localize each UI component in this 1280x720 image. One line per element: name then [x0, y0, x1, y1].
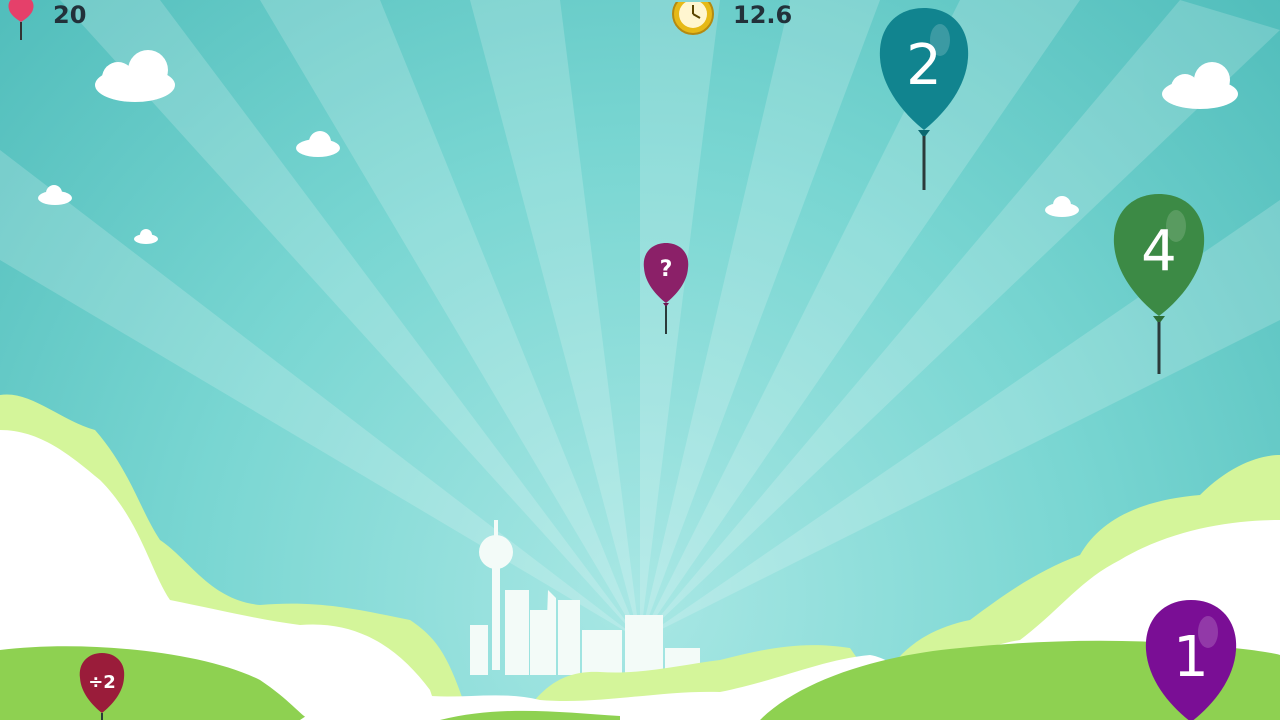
balloon-label: ? — [659, 257, 673, 282]
timer-value: 12.6 — [733, 1, 793, 29]
balloon-counter: 20 — [6, 0, 87, 40]
balloon-count: 20 — [53, 1, 87, 29]
balloon-label: 2 — [906, 33, 942, 98]
stopwatch-icon — [669, 0, 717, 36]
balloon-label: 4 — [1141, 219, 1177, 284]
balloon-mystery[interactable]: ? — [642, 242, 690, 334]
balloon-label: ÷2 — [88, 672, 116, 693]
balloon-number-1[interactable]: 1 — [1144, 598, 1238, 720]
balloon-number-4[interactable]: 4 — [1112, 192, 1206, 374]
game-background — [0, 0, 1280, 720]
balloon-icon — [6, 0, 36, 42]
balloon-label: 1 — [1173, 625, 1209, 690]
timer: 12.6 — [669, 0, 793, 35]
balloon-divide-2[interactable]: ÷2 — [78, 652, 126, 720]
balloon-number-2[interactable]: 2 — [878, 6, 970, 190]
